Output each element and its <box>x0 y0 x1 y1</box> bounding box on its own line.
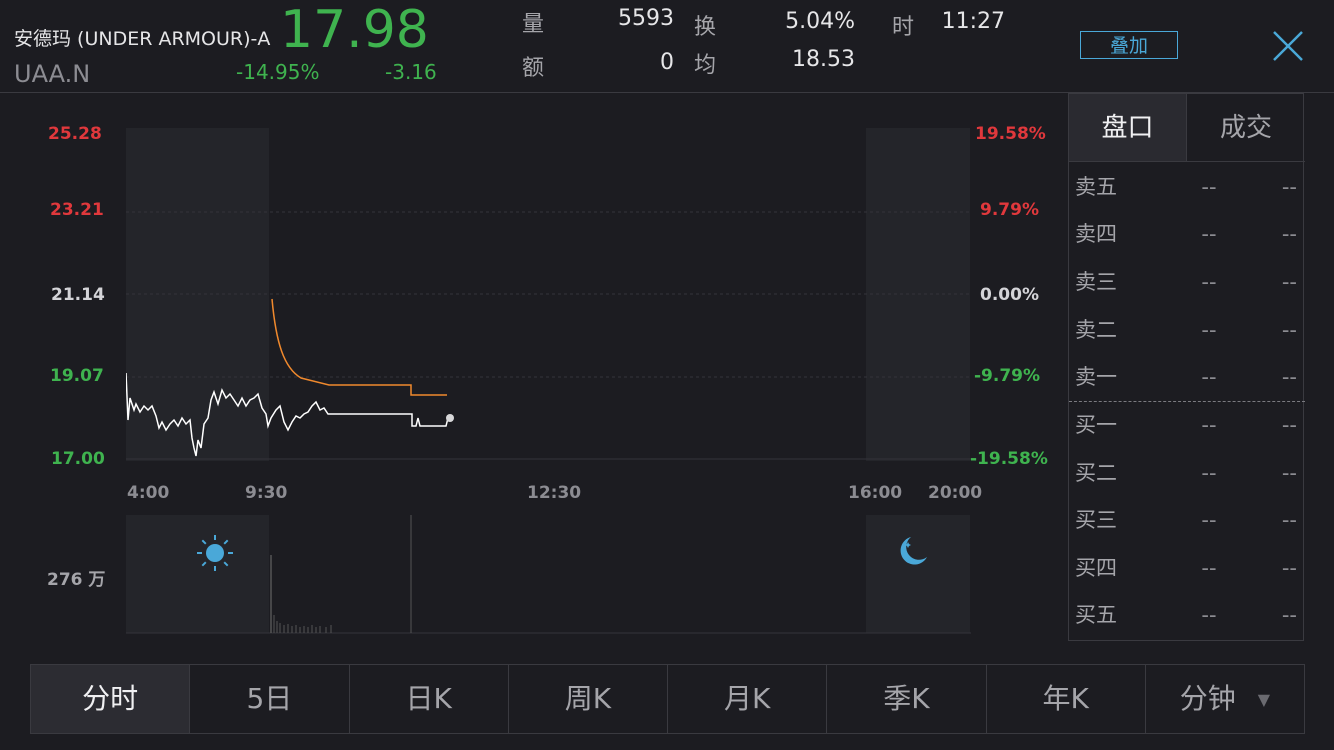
y-left-label: 23.21 <box>50 200 104 220</box>
turnover-label: 换 <box>694 15 717 40</box>
row-price: -- <box>1201 413 1217 437</box>
y-right-label: -19.58% <box>970 449 1048 469</box>
row-name: 买五 <box>1075 603 1117 627</box>
bid-row: 买一 -- -- <box>1069 401 1305 449</box>
row-qty: -- <box>1281 270 1297 294</box>
tab-yearly-k[interactable]: 年K <box>987 665 1146 733</box>
tab-5day[interactable]: 5日 <box>190 665 350 733</box>
row-qty: -- <box>1281 413 1297 437</box>
y-right-label: 0.00% <box>980 285 1039 305</box>
row-price: -- <box>1201 175 1217 199</box>
tab-trades[interactable]: 成交 <box>1187 94 1305 162</box>
row-name: 卖一 <box>1075 365 1117 389</box>
ask-row: 卖四 -- -- <box>1069 210 1305 258</box>
y-right-label: 9.79% <box>980 200 1039 220</box>
change-amount: -3.16 <box>385 60 437 84</box>
x-label: 16:00 <box>848 483 903 503</box>
volume-chart <box>126 515 971 634</box>
x-label: 20:00 <box>928 483 983 503</box>
volume-scale-label: 276 万 <box>47 570 106 590</box>
row-price: -- <box>1201 508 1217 532</box>
row-price: -- <box>1201 318 1217 342</box>
ask-row: 卖二 -- -- <box>1069 306 1305 354</box>
row-qty: -- <box>1281 508 1297 532</box>
row-name: 买一 <box>1075 413 1117 437</box>
time-value: 11:27 <box>941 9 1005 34</box>
last-price: 17.98 <box>280 0 429 60</box>
period-tabs: 分时 5日 日K 周K 月K 季K 年K 分钟 ▼ <box>30 664 1305 734</box>
avg-price-line <box>271 298 447 396</box>
row-name: 卖五 <box>1075 175 1117 199</box>
x-label: 9:30 <box>245 483 288 503</box>
x-label: 4:00 <box>127 483 170 503</box>
y-left-label: 21.14 <box>51 285 105 305</box>
volume-label: 量 <box>522 12 545 37</box>
stock-name: 安德玛 (UNDER ARMOUR)-A <box>14 28 271 50</box>
change-percent: -14.95% <box>236 60 320 84</box>
row-name: 卖二 <box>1075 318 1117 342</box>
row-price: -- <box>1201 270 1217 294</box>
row-qty: -- <box>1281 175 1297 199</box>
stock-code: UAA.N <box>14 60 91 88</box>
avg-price-value: 18.53 <box>792 47 855 72</box>
tab-weekly-k[interactable]: 周K <box>509 665 668 733</box>
ask-row: 卖三 -- -- <box>1069 258 1305 306</box>
tab-minute[interactable]: 分钟 ▼ <box>1146 665 1304 733</box>
row-name: 卖三 <box>1075 270 1117 294</box>
amount-label: 额 <box>522 56 545 81</box>
turnover-value: 5.04% <box>785 9 855 34</box>
avg-price-label: 均 <box>694 53 717 78</box>
tab-intraday[interactable]: 分时 <box>31 665 191 733</box>
bid-row: 买三 -- -- <box>1069 496 1305 544</box>
close-icon[interactable] <box>1268 26 1308 66</box>
tab-daily-k[interactable]: 日K <box>350 665 509 733</box>
row-price: -- <box>1201 603 1217 627</box>
row-name: 买二 <box>1075 461 1117 485</box>
y-right-label: 19.58% <box>975 124 1046 144</box>
y-left-label: 17.00 <box>51 449 105 469</box>
row-price: -- <box>1201 365 1217 389</box>
bid-row: 买四 -- -- <box>1069 544 1305 592</box>
volume-value: 5593 <box>618 6 674 31</box>
y-right-label: -9.79% <box>974 366 1041 386</box>
row-name: 买四 <box>1075 556 1117 580</box>
bid-row: 买二 -- -- <box>1069 449 1305 497</box>
bid-row: 买五 -- -- <box>1069 591 1305 639</box>
tab-quarterly-k[interactable]: 季K <box>827 665 987 733</box>
tab-order-book[interactable]: 盘口 <box>1069 94 1187 162</box>
row-name: 卖四 <box>1075 222 1117 246</box>
row-price: -- <box>1201 556 1217 580</box>
x-label: 12:30 <box>527 483 582 503</box>
row-qty: -- <box>1281 318 1297 342</box>
ask-row: 卖五 -- -- <box>1069 163 1305 211</box>
row-qty: -- <box>1281 461 1297 485</box>
order-book-panel: 盘口 成交 卖五 -- -- 卖四 -- -- 卖三 -- -- 卖二 -- -- 卖一 -- --… <box>1068 93 1305 641</box>
intraday-chart[interactable] <box>126 128 971 463</box>
row-price: -- <box>1201 461 1217 485</box>
quote-header: 安德玛 (UNDER ARMOUR)-A UAA.N 17.98 -14.95%… <box>0 0 1334 93</box>
row-qty: -- <box>1281 556 1297 580</box>
ask-row: 卖一 -- -- <box>1069 353 1305 401</box>
overlay-button[interactable]: 叠加 <box>1080 31 1178 59</box>
row-name: 买三 <box>1075 508 1117 532</box>
amount-value: 0 <box>660 50 674 75</box>
minute-label: 分钟 <box>1179 682 1236 715</box>
y-left-label: 19.07 <box>50 366 104 386</box>
time-label: 时 <box>892 15 915 40</box>
tab-monthly-k[interactable]: 月K <box>668 665 828 733</box>
row-qty: -- <box>1281 222 1297 246</box>
row-qty: -- <box>1281 365 1297 389</box>
dropdown-caret-icon: ▼ <box>1257 690 1271 709</box>
row-price: -- <box>1201 222 1217 246</box>
y-left-label: 25.28 <box>48 124 102 144</box>
row-qty: -- <box>1281 603 1297 627</box>
last-price-dot <box>446 414 454 422</box>
